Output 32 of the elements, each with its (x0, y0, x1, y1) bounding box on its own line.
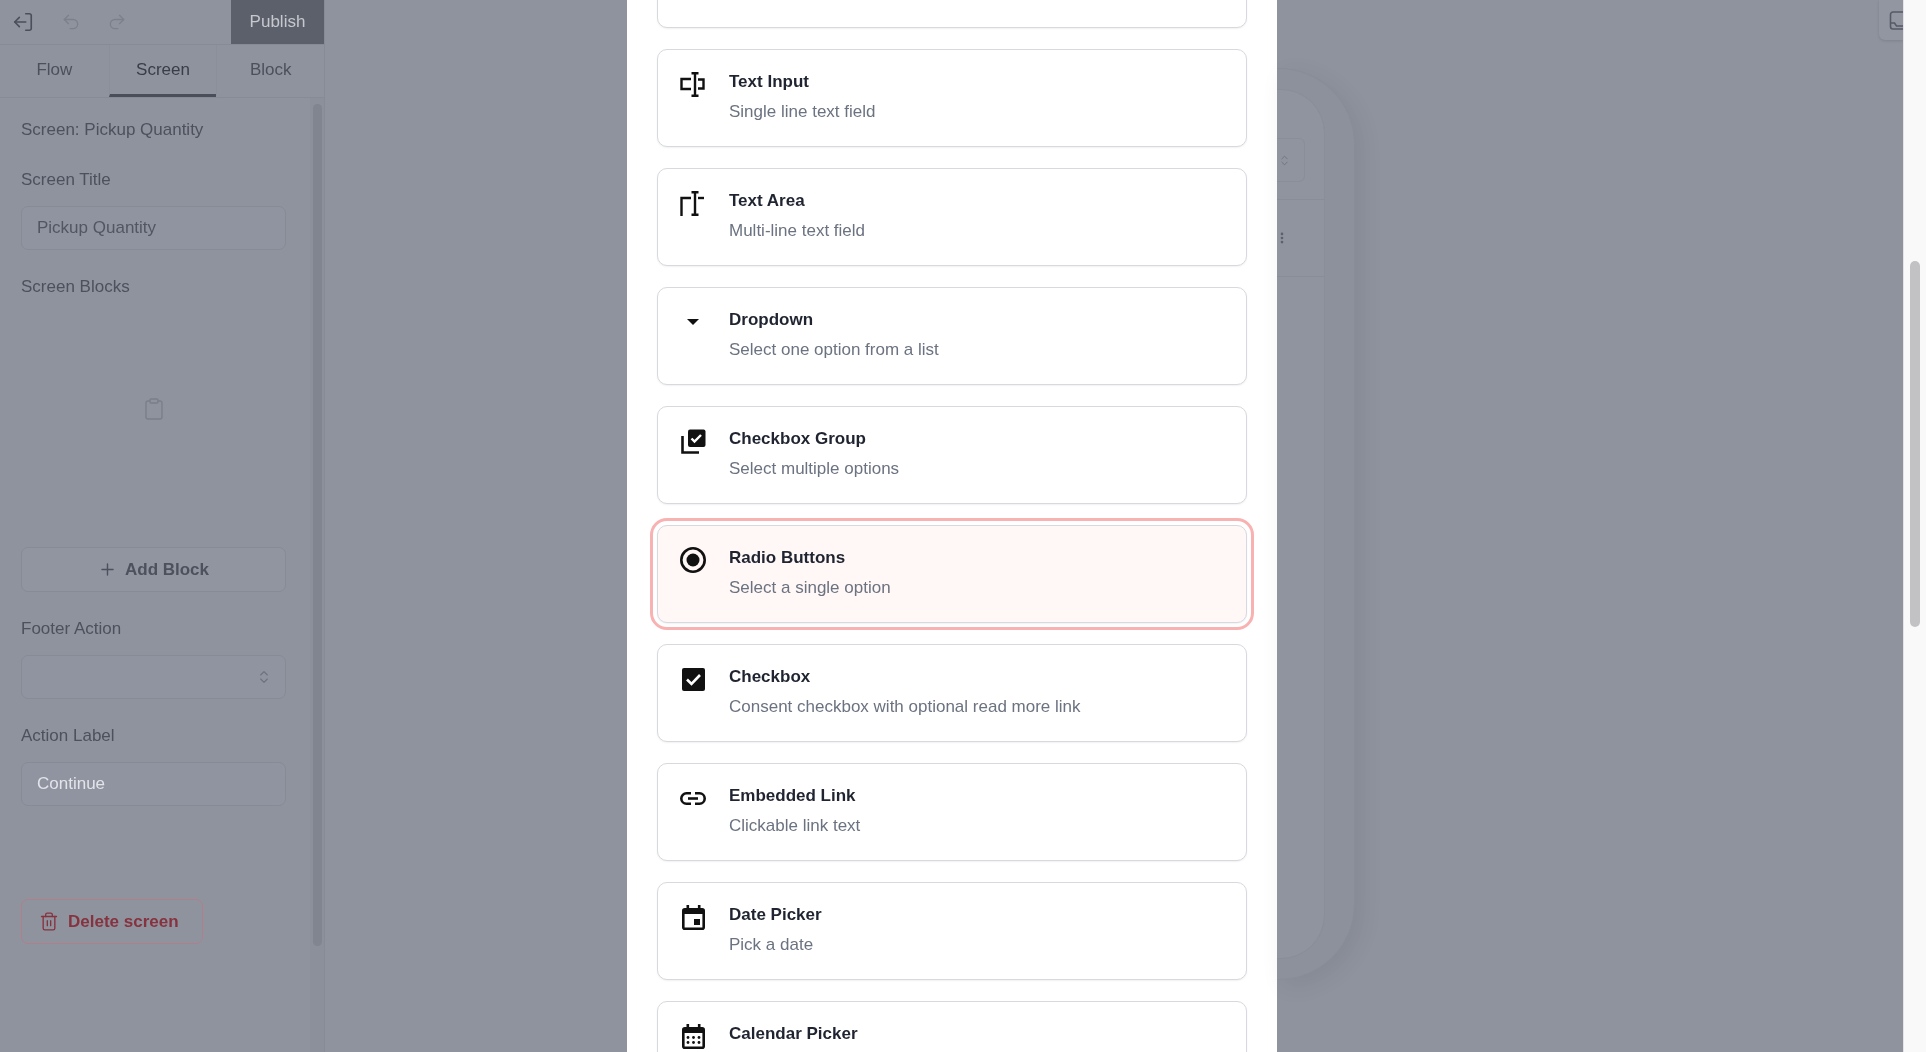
trash-icon (39, 911, 59, 932)
block-option-card[interactable]: Calendar Picker (657, 1001, 1247, 1052)
caret-down-icon (687, 319, 699, 325)
block-option-card[interactable]: Text Input Single line text field (657, 49, 1247, 147)
block-option-card[interactable]: Dropdown Select one option from a list (657, 287, 1247, 385)
text-area-icon (680, 190, 706, 216)
calendar-grid-icon (681, 1023, 705, 1049)
select-field[interactable] (21, 655, 286, 699)
select-field[interactable] (1277, 138, 1305, 182)
block-option-card[interactable]: Embedded Link Clickable link text (657, 763, 1247, 861)
block-option-card[interactable]: Checkbox Group Select multiple options (657, 406, 1247, 504)
field-label: Screen Blocks (21, 277, 131, 297)
tray-icon (1889, 10, 1903, 30)
checkbox-icon (681, 667, 705, 691)
publish-button[interactable]: Publish (231, 0, 324, 44)
calendar-icon (681, 904, 705, 930)
text-input-icon (680, 71, 706, 97)
field-label: Action Label (21, 726, 116, 746)
link-icon (680, 791, 706, 805)
scrollbar-thumb[interactable] (1910, 261, 1920, 627)
field-label: Footer Action (21, 619, 123, 639)
screen-heading: Screen: Pickup Quantity (21, 120, 205, 140)
field-label: Screen Title (21, 170, 112, 190)
block-option-card[interactable]: Checkbox Consent checkbox with optional read more link (657, 644, 1247, 742)
block-option-card[interactable]: Date Picker Pick a date (657, 882, 1247, 980)
block-option-card[interactable]: Text Area Multi-line text field (657, 168, 1247, 266)
tab[interactable]: Screen (108, 45, 217, 97)
radio-icon (680, 547, 706, 573)
input-field[interactable]: Continue (21, 762, 286, 806)
stacked-checkbox-icon (680, 428, 706, 454)
exit-icon[interactable] (12, 11, 34, 33)
tray-button[interactable] (1879, 0, 1903, 40)
